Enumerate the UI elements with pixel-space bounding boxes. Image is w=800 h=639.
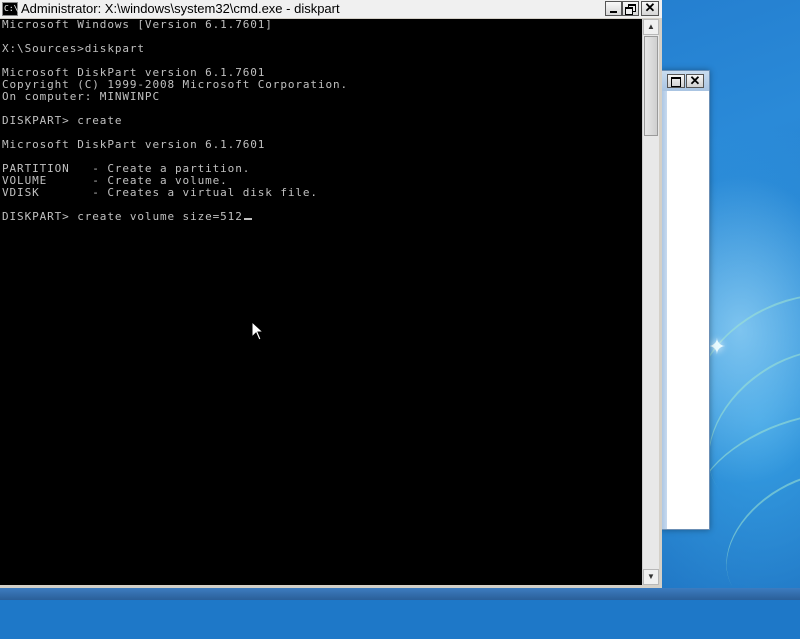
cmd-icon[interactable]: C:\	[2, 2, 18, 16]
console-line: Microsoft DiskPart version 6.1.7601	[2, 138, 266, 151]
close-icon: ✕	[644, 0, 656, 15]
window-bottom-frame	[0, 585, 662, 588]
text-cursor	[243, 218, 252, 220]
console-line: DISKPART> create	[2, 114, 123, 127]
console-prompt-line[interactable]: DISKPART> create volume size=512	[2, 210, 243, 223]
titlebar[interactable]: C:\ Administrator: X:\windows\system32\c…	[0, 0, 662, 19]
background-window-close-button[interactable]: ✕	[686, 73, 704, 88]
vertical-scrollbar[interactable]: ▲ ▼	[642, 19, 659, 585]
scroll-down-arrow-icon[interactable]: ▼	[643, 569, 659, 585]
background-window-maximize-button[interactable]	[667, 74, 685, 88]
console-line: On computer: MINWINPC	[2, 90, 160, 103]
console-line: X:\Sources>diskpart	[2, 42, 145, 55]
cmd-window[interactable]: C:\ Administrator: X:\windows\system32\c…	[0, 0, 662, 588]
close-button[interactable]: ✕	[641, 0, 659, 16]
restore-icon-back	[625, 7, 633, 15]
minimize-button[interactable]	[605, 1, 622, 16]
mouse-pointer-icon	[252, 322, 264, 341]
window-title: Administrator: X:\windows\system32\cmd.e…	[21, 1, 340, 16]
console-line: VDISK - Creates a virtual disk file.	[2, 186, 318, 199]
taskbar[interactable]	[0, 588, 800, 600]
console-text: Microsoft Windows [Version 6.1.7601] X:\…	[0, 19, 642, 223]
console-output[interactable]: Microsoft Windows [Version 6.1.7601] X:\…	[0, 19, 642, 585]
console-line: Microsoft Windows [Version 6.1.7601]	[2, 19, 273, 31]
scroll-up-arrow-icon[interactable]: ▲	[643, 19, 659, 35]
close-icon: ✕	[689, 73, 701, 88]
background-window[interactable]: ✕	[660, 70, 710, 530]
scrollbar-thumb[interactable]	[644, 36, 658, 136]
restore-button[interactable]	[622, 1, 639, 16]
